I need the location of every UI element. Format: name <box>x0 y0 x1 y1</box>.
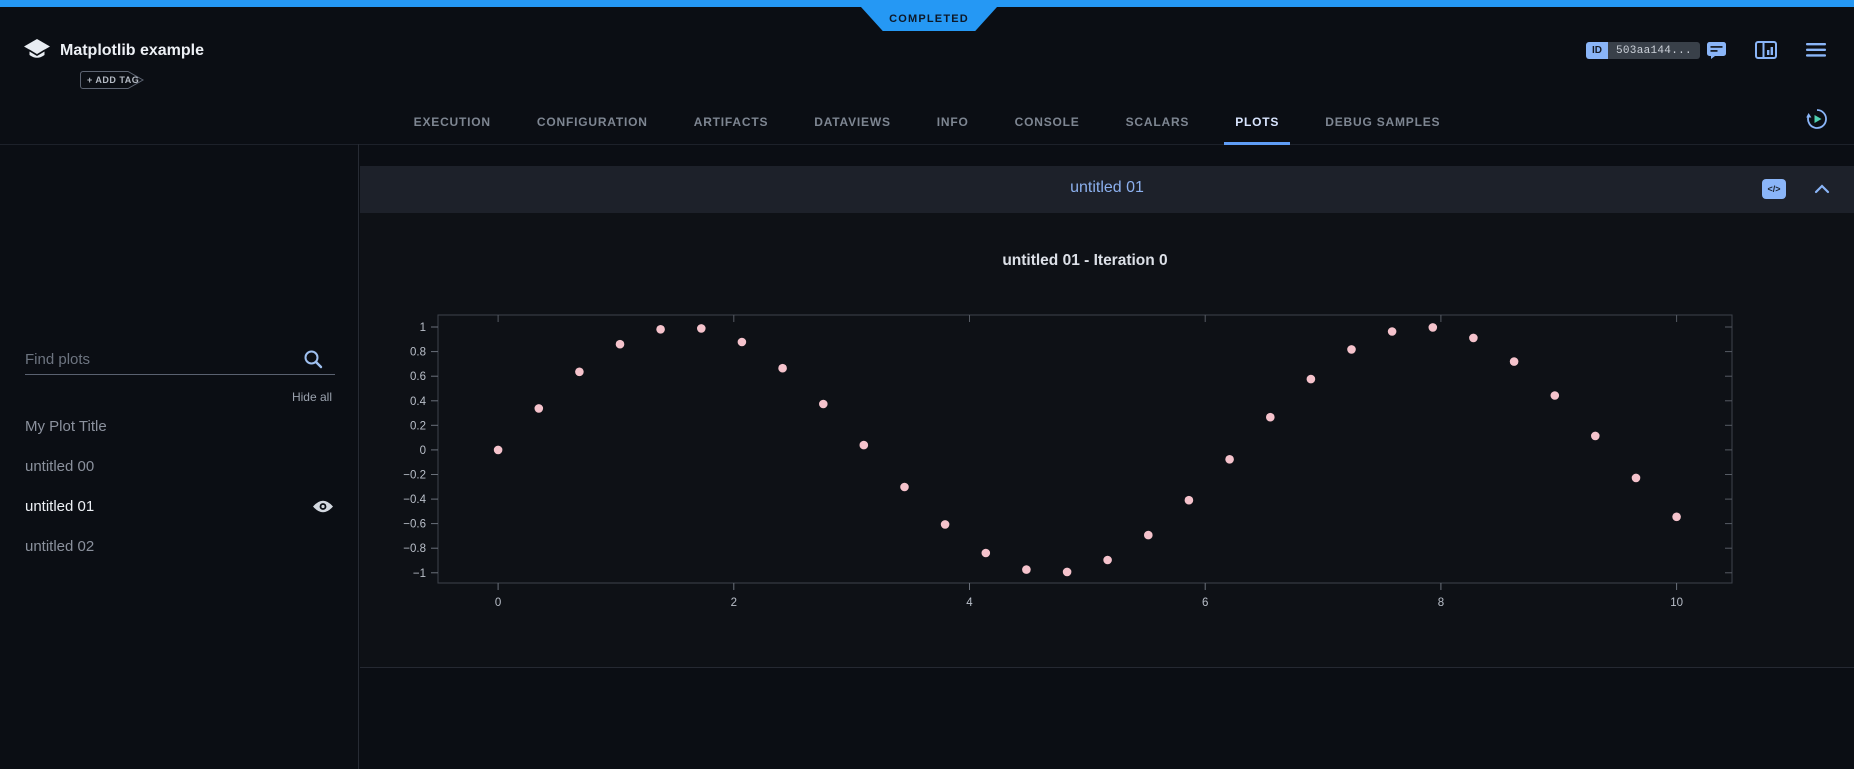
x-tick-label: 0 <box>495 597 501 609</box>
scatter-point <box>1672 513 1681 522</box>
tab-configuration[interactable]: CONFIGURATION <box>514 100 671 144</box>
plot-panel-header: untitled 01 </> <box>360 166 1854 213</box>
menu-icon[interactable] <box>1806 43 1826 62</box>
scatter-point <box>900 483 909 492</box>
scatter-point <box>535 404 544 413</box>
scatter-point <box>1022 565 1031 574</box>
y-tick-label: 0.6 <box>410 371 426 383</box>
scatter-point <box>1225 455 1234 464</box>
tab-debug-samples[interactable]: DEBUG SAMPLES <box>1302 100 1463 144</box>
experiment-id-badge: ID 503aa144... <box>1586 42 1700 59</box>
x-tick-label: 10 <box>1670 597 1683 609</box>
visibility-eye-icon[interactable] <box>312 499 334 514</box>
chart-title: untitled 01 - Iteration 0 <box>380 252 1790 270</box>
plots-sidebar: Hide all My Plot Title untitled 00 untitle… <box>0 144 359 769</box>
scatter-point <box>697 324 706 333</box>
add-tag-button[interactable]: + ADD TAG <box>80 71 146 89</box>
view-code-button[interactable]: </> <box>1762 179 1786 199</box>
scatter-point <box>1103 556 1112 565</box>
search-icon[interactable] <box>303 349 323 374</box>
x-tick-label: 4 <box>966 597 973 609</box>
scatter-point <box>1429 323 1438 332</box>
details-panel-icon[interactable] <box>1755 41 1777 64</box>
scatter-point <box>616 340 625 349</box>
scatter-point <box>982 549 991 558</box>
hide-all-button[interactable]: Hide all <box>292 390 332 404</box>
tab-bar: EXECUTIONCONFIGURATIONARTIFACTSDATAVIEWS… <box>0 100 1854 145</box>
scatter-point <box>1632 474 1641 483</box>
experiment-type-icon <box>23 37 51 70</box>
collapse-panel-icon[interactable] <box>1814 181 1830 199</box>
status-badge: COMPLETED <box>861 7 997 31</box>
y-tick-label: −0.6 <box>403 519 426 531</box>
x-tick-label: 6 <box>1202 597 1208 609</box>
tab-dataviews[interactable]: DATAVIEWS <box>791 100 914 144</box>
scatter-point <box>494 446 503 455</box>
plot-name-label: untitled 02 <box>25 538 94 555</box>
y-tick-label: 0.8 <box>410 347 426 359</box>
id-value[interactable]: 503aa144... <box>1608 42 1700 59</box>
y-tick-label: 1 <box>420 322 426 334</box>
y-tick-label: −0.4 <box>403 494 426 506</box>
scatter-point <box>1591 432 1600 441</box>
y-tick-label: 0.4 <box>410 396 427 408</box>
tab-scalars[interactable]: SCALARS <box>1103 100 1213 144</box>
x-tick-label: 2 <box>731 597 737 609</box>
search-input[interactable] <box>25 344 335 375</box>
scatter-point <box>1307 375 1316 384</box>
y-tick-label: −0.8 <box>403 543 426 555</box>
id-label: ID <box>1586 42 1608 59</box>
comments-icon[interactable] <box>1706 41 1727 64</box>
scatter-point <box>1551 391 1560 400</box>
y-tick-label: 0 <box>420 445 426 457</box>
sidebar-item-untitled-01[interactable]: untitled 01 <box>25 486 334 526</box>
scatter-point <box>1185 496 1194 505</box>
scatter-point <box>1266 413 1275 422</box>
scatter-point <box>819 400 828 409</box>
scatter-point <box>941 520 950 529</box>
plot-list: My Plot Title untitled 00 untitled 01 untit… <box>25 406 334 566</box>
tab-artifacts[interactable]: ARTIFACTS <box>671 100 792 144</box>
app-window: COMPLETED Matplotlib example + ADD TAG I… <box>0 0 1854 769</box>
scatter-point <box>575 368 584 377</box>
sidebar-item-my-plot-title[interactable]: My Plot Title <box>25 406 334 446</box>
auto-refresh-icon[interactable] <box>1805 107 1829 136</box>
scatter-point <box>778 364 787 373</box>
sidebar-item-untitled-02[interactable]: untitled 02 <box>25 526 334 566</box>
scatter-point <box>656 325 665 334</box>
plot-panel-title: untitled 01 <box>360 179 1854 197</box>
status-color-bar <box>0 0 1854 7</box>
tab-info[interactable]: INFO <box>914 100 992 144</box>
experiment-title: Matplotlib example <box>60 42 204 60</box>
x-tick-label: 8 <box>1438 597 1444 609</box>
plot-name-label: untitled 01 <box>25 498 94 515</box>
plot-name-label: untitled 00 <box>25 458 94 475</box>
sidebar-item-untitled-00[interactable]: untitled 00 <box>25 446 334 486</box>
tab-plots[interactable]: PLOTS <box>1212 100 1302 144</box>
scatter-plot-canvas[interactable]: 1 0.8 0.6 0.4 0.2 0 −0.2 −0.4 −0.6 −0.8 −1 0 2 4 6 8 10 <box>380 300 1790 620</box>
y-tick-label: −1 <box>413 568 426 580</box>
scatter-point <box>1144 531 1153 540</box>
scatter-point <box>1347 345 1356 354</box>
add-tag-label: + ADD TAG <box>87 75 139 85</box>
y-tick-label: −0.2 <box>403 470 426 482</box>
y-tick-label: 0.2 <box>410 420 426 432</box>
scatter-point <box>1469 334 1478 343</box>
scatter-point <box>738 338 747 347</box>
plot-frame <box>438 315 1732 583</box>
tab-execution[interactable]: EXECUTION <box>391 100 514 144</box>
tab-console[interactable]: CONSOLE <box>992 100 1103 144</box>
scatter-point <box>1388 327 1397 336</box>
scatter-point <box>860 441 869 450</box>
plot-name-label: My Plot Title <box>25 418 107 435</box>
scatter-point <box>1510 357 1519 366</box>
scatter-point <box>1063 568 1072 577</box>
